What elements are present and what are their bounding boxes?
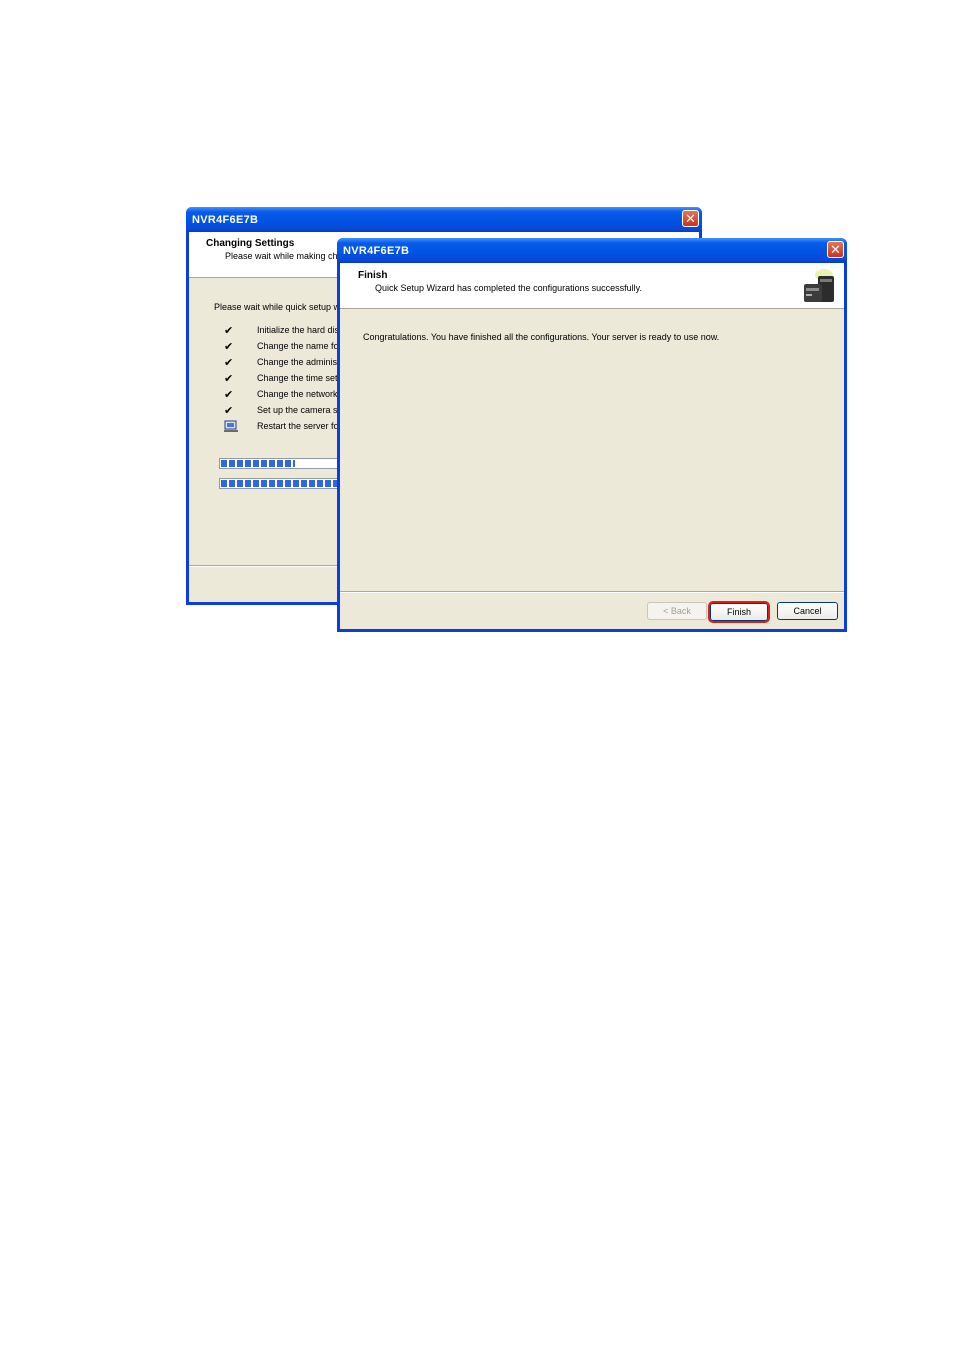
step-label: Change the time sett	[257, 373, 341, 383]
header-title: Finish	[358, 270, 388, 281]
title-bar[interactable]: NVR4F6E7B ✕	[186, 207, 702, 232]
progress-fill	[221, 480, 355, 487]
check-icon: ✔	[224, 405, 234, 417]
header-title: Changing Settings	[206, 238, 295, 249]
header-subtitle: Quick Setup Wizard has completed the con…	[375, 283, 642, 293]
cancel-button[interactable]: Cancel	[777, 602, 838, 620]
step-label: Change the administ	[257, 357, 340, 367]
window-title: NVR4F6E7B	[192, 214, 259, 226]
close-icon: ✕	[685, 211, 696, 226]
step-label: Initialize the hard disk	[257, 325, 344, 335]
check-icon: ✔	[224, 357, 234, 369]
step-label: Restart the server fo	[257, 421, 339, 431]
check-icon: ✔	[224, 325, 234, 337]
finish-button[interactable]: Finish	[708, 601, 770, 623]
step-label: Change the network	[257, 389, 338, 399]
finish-message: Congratulations. You have finished all t…	[363, 332, 720, 342]
back-button[interactable]: < Back	[647, 602, 707, 620]
nas-server-icon	[800, 266, 838, 304]
progress-fill	[221, 460, 295, 467]
close-button[interactable]: ✕	[682, 210, 699, 227]
title-bar[interactable]: NVR4F6E7B ✕	[337, 238, 847, 263]
wizard-header: Finish Quick Setup Wizard has completed …	[340, 263, 844, 309]
step-label: Change the name fo	[257, 341, 339, 351]
finish-window: NVR4F6E7B ✕ Finish Quick Setup Wizard ha…	[337, 238, 847, 632]
header-subtitle: Please wait while making cha	[225, 251, 343, 261]
intro-text: Please wait while quick setup w	[214, 302, 341, 312]
check-icon: ✔	[224, 389, 234, 401]
footer-divider	[340, 591, 844, 593]
close-icon: ✕	[830, 242, 841, 257]
computer-arrow-icon	[224, 420, 238, 436]
window-title: NVR4F6E7B	[343, 245, 410, 257]
close-button[interactable]: ✕	[827, 241, 844, 258]
step-label: Set up the camera se	[257, 405, 343, 415]
check-icon: ✔	[224, 373, 234, 385]
check-icon: ✔	[224, 341, 234, 353]
